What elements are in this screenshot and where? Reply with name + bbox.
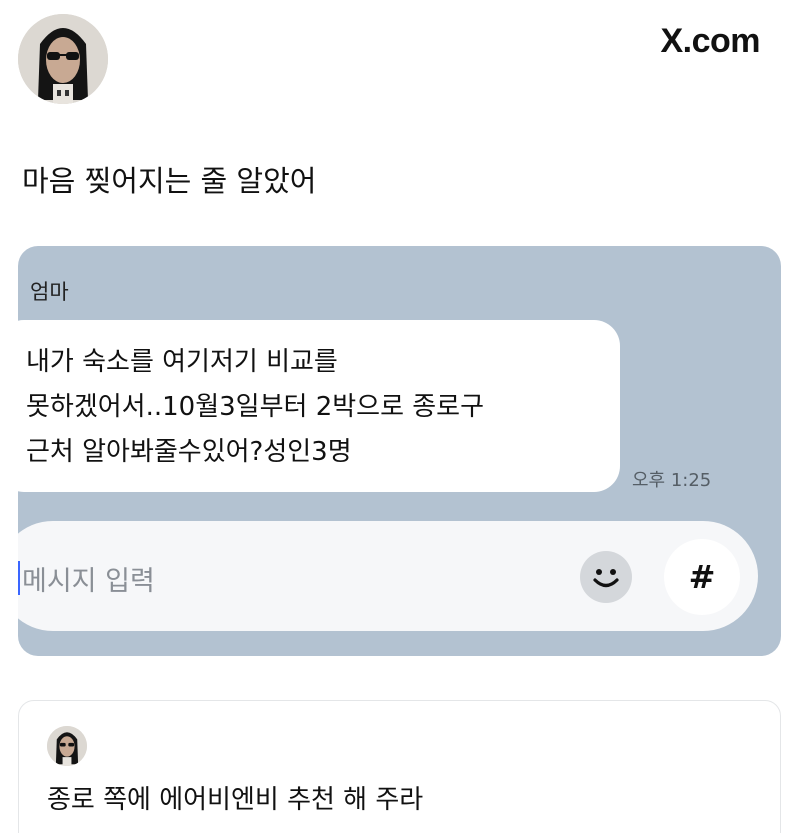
hashtag-button[interactable]: # bbox=[664, 539, 740, 615]
text-cursor bbox=[18, 561, 20, 595]
post-text: 마음 찢어지는 줄 알았어 bbox=[22, 164, 317, 198]
smile-icon bbox=[593, 569, 619, 588]
reply-avatar[interactable] bbox=[47, 726, 87, 766]
message-line: 내가 숙소를 여기저기 비교를 bbox=[26, 347, 338, 377]
author-avatar[interactable] bbox=[18, 14, 108, 104]
sender-name: 엄마 bbox=[30, 280, 69, 304]
message-input-bar[interactable]: 메시지 입력 # bbox=[18, 521, 758, 631]
message-line: 근처 알아봐줄수있어?성인3명 bbox=[26, 437, 352, 467]
emoji-button[interactable] bbox=[580, 551, 632, 603]
chat-screenshot: 엄마 내가 숙소를 여기저기 비교를 못하겠어서..10월3일부터 2박으로 종… bbox=[18, 246, 781, 656]
reply-text: 종로 쪽에 에어비엔비 추천 해 주라 bbox=[47, 785, 424, 815]
message-input[interactable]: 메시지 입력 bbox=[22, 559, 155, 598]
message-timestamp: 오후 1:25 bbox=[632, 470, 712, 491]
avatar-portrait-icon bbox=[47, 726, 87, 766]
x-brand-logo[interactable]: X.com bbox=[660, 22, 760, 61]
avatar-portrait-icon bbox=[18, 14, 108, 104]
hash-icon: # bbox=[688, 558, 716, 596]
message-line: 못하겠어서..10월3일부터 2박으로 종로구 bbox=[26, 392, 485, 422]
message-bubble: 내가 숙소를 여기저기 비교를 못하겠어서..10월3일부터 2박으로 종로구 … bbox=[18, 320, 620, 492]
reply-card[interactable]: 종로 쪽에 에어비엔비 추천 해 주라 bbox=[18, 700, 781, 833]
tweet-screenshot: X.com 마음 찢어지는 줄 알았어 엄마 내가 숙소를 여기저기 비교를 못… bbox=[0, 0, 800, 833]
